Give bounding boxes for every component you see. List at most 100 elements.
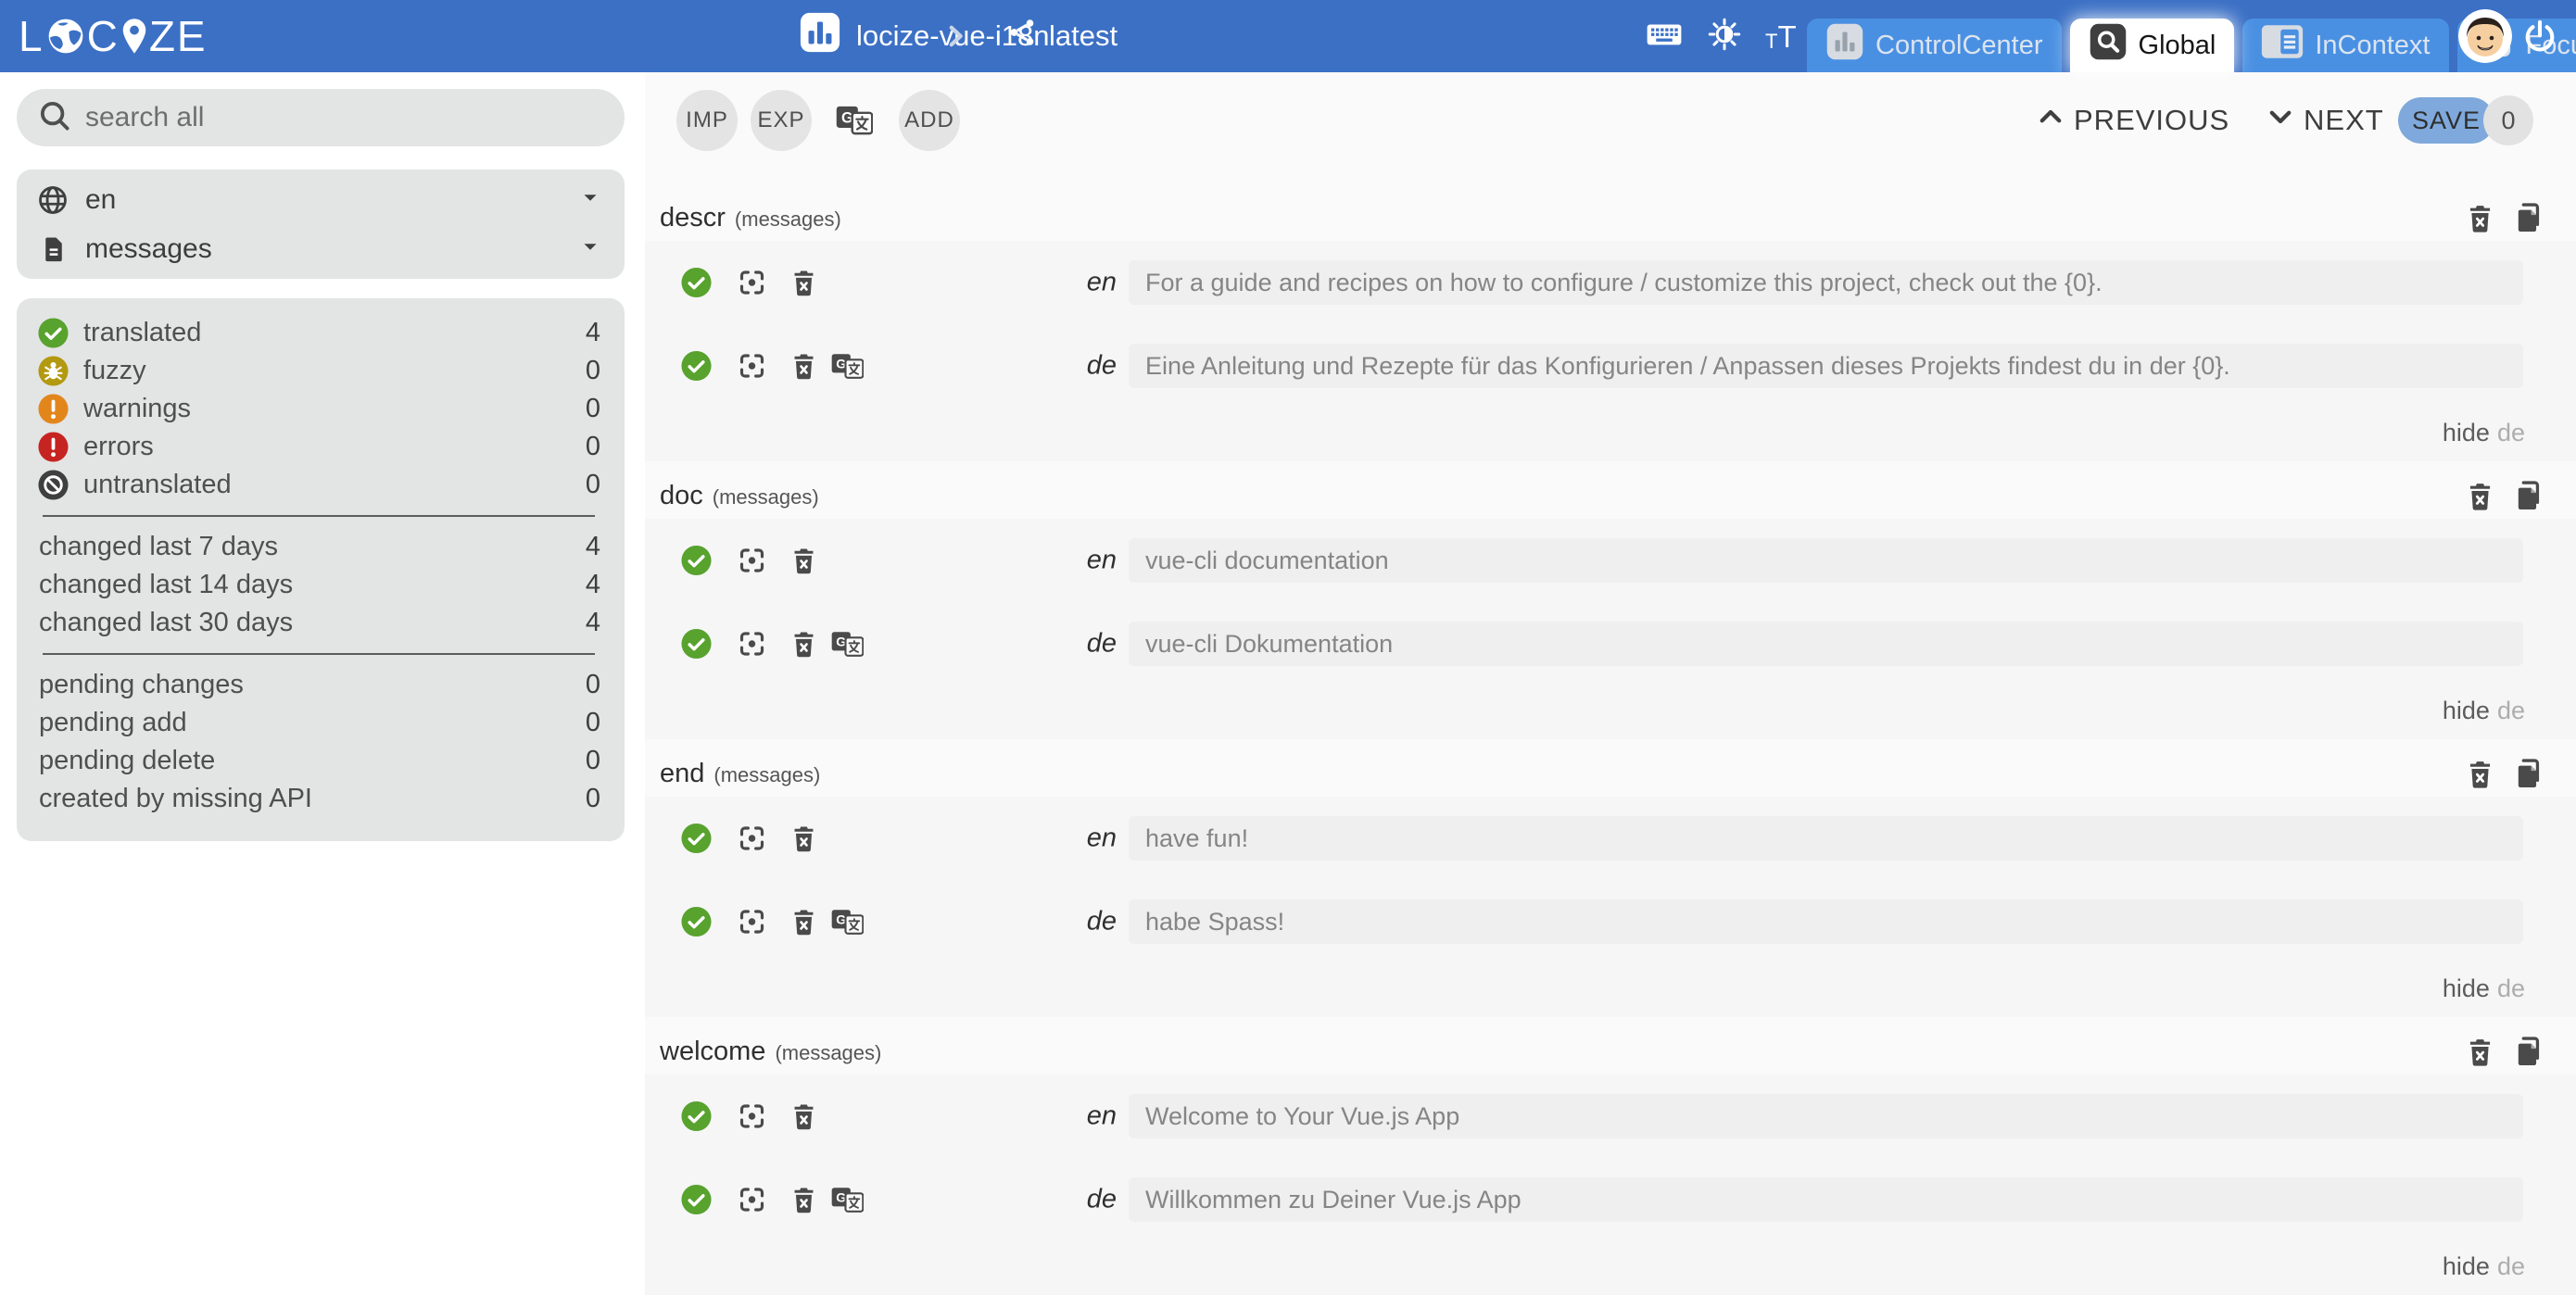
text-size-icon[interactable]: TT (1765, 21, 1797, 52)
stat-value: 0 (586, 432, 600, 462)
focus-key-icon[interactable] (737, 351, 767, 382)
status-translated-icon[interactable] (680, 545, 713, 577)
machine-translate-icon[interactable]: G (831, 629, 864, 660)
stat-value: 4 (586, 532, 600, 562)
group-rows: envue-cli documentationGdevue-cli Dokume… (645, 519, 2576, 739)
stat-row-pending-delete[interactable]: pending delete0 (37, 742, 600, 780)
bug-circle-icon (37, 355, 83, 387)
machine-translate-icon[interactable]: G (831, 351, 864, 382)
stat-label: warnings (83, 394, 586, 424)
stat-row-untranslated[interactable]: untranslated0 (37, 466, 600, 504)
translation-input[interactable]: For a guide and recipes on how to config… (1129, 260, 2523, 305)
status-translated-icon[interactable] (680, 823, 713, 855)
stat-row-translated[interactable]: translated4 (37, 314, 600, 352)
stat-row-pending-changes[interactable]: pending changes0 (37, 666, 600, 704)
delete-translation-icon[interactable] (789, 824, 818, 853)
namespace-value: messages (85, 233, 578, 265)
status-translated-icon[interactable] (680, 1100, 713, 1133)
delete-translation-icon[interactable] (789, 630, 818, 659)
translation-input[interactable]: Eine Anleitung und Rezepte für das Konfi… (1129, 344, 2523, 388)
delete-key-icon[interactable] (2465, 1037, 2495, 1067)
save-button[interactable]: SAVE (2398, 97, 2494, 144)
hide-language-link[interactable]: hidede (2443, 974, 2525, 1003)
focus-key-icon[interactable] (737, 907, 767, 937)
group-title: descr(messages) (660, 203, 841, 233)
hide-language-link[interactable]: hidede (2443, 419, 2525, 447)
translation-input[interactable]: habe Spass! (1129, 899, 2523, 944)
next-button[interactable]: NEXT (2265, 96, 2384, 145)
import-button[interactable]: IMP (676, 90, 738, 151)
status-translated-icon[interactable] (680, 1184, 713, 1216)
search-input[interactable]: search all (17, 89, 625, 146)
status-translated-icon[interactable] (680, 628, 713, 660)
brightness-icon[interactable] (1708, 18, 1741, 56)
language-label: de (1052, 907, 1117, 937)
focus-key-icon[interactable] (737, 546, 767, 576)
hide-language-link[interactable]: hidede (2443, 1252, 2525, 1281)
translation-group-end: end(messages)enhave fun!Gdehabe Spass!hi… (645, 750, 2576, 1017)
status-translated-icon[interactable] (680, 267, 713, 299)
delete-translation-icon[interactable] (789, 1102, 818, 1131)
stat-value: 4 (586, 608, 600, 638)
stats-panel: translated4fuzzy0warnings0errors0untrans… (17, 298, 625, 841)
stat-label: untranslated (83, 470, 586, 500)
delete-translation-icon[interactable] (789, 547, 818, 575)
copy-key-icon[interactable] (2514, 1037, 2544, 1067)
translation-input[interactable]: Willkommen zu Deiner Vue.js App (1129, 1177, 2523, 1222)
status-translated-icon[interactable] (680, 350, 713, 383)
machine-translate-icon[interactable]: G (836, 103, 873, 142)
delete-key-icon[interactable] (2465, 481, 2495, 511)
export-button[interactable]: EXP (751, 90, 812, 151)
stat-row-changed-last-30-days[interactable]: changed last 30 days4 (37, 604, 600, 642)
stat-value: 0 (586, 708, 600, 738)
group-rows: en For a guide and recipes on how to conf… (645, 241, 2576, 461)
delete-key-icon[interactable] (2465, 203, 2495, 233)
stat-row-changed-last-7-days[interactable]: changed last 7 days4 (37, 528, 600, 566)
delete-key-icon[interactable] (2465, 759, 2495, 789)
add-key-button[interactable]: ADD (899, 90, 960, 151)
delete-translation-icon[interactable] (789, 269, 818, 297)
machine-translate-icon[interactable]: G (831, 907, 864, 937)
translation-input[interactable]: vue-cli Dokumentation (1129, 622, 2523, 666)
language-label: en (1052, 268, 1117, 298)
stat-row-errors[interactable]: errors0 (37, 428, 600, 466)
copy-key-icon[interactable] (2514, 203, 2544, 233)
warning-circle-icon (37, 393, 83, 425)
hide-language-link[interactable]: hidede (2443, 697, 2525, 725)
tab-incontext[interactable]: InContext (2242, 19, 2448, 72)
stat-row-warnings[interactable]: warnings0 (37, 390, 600, 428)
translation-input[interactable]: vue-cli documentation (1129, 538, 2523, 583)
locize-logo[interactable]: L C ZE (19, 0, 208, 72)
tab-controlcenter[interactable]: ControlCenter (1807, 19, 2062, 72)
status-translated-icon[interactable] (680, 906, 713, 938)
focus-key-icon[interactable] (737, 629, 767, 660)
delete-translation-icon[interactable] (789, 352, 818, 381)
stat-row-changed-last-14-days[interactable]: changed last 14 days4 (37, 566, 600, 604)
stat-row-created-by-missing-API[interactable]: created by missing API0 (37, 780, 600, 818)
delete-translation-icon[interactable] (789, 908, 818, 937)
machine-translate-icon[interactable]: G (831, 1185, 864, 1215)
focus-key-icon[interactable] (737, 268, 767, 298)
tab-global[interactable]: Global (2070, 19, 2235, 72)
user-avatar[interactable] (2458, 9, 2512, 63)
focus-key-icon[interactable] (737, 1185, 767, 1215)
focus-key-icon[interactable] (737, 1101, 767, 1132)
stat-row-pending-add[interactable]: pending add0 (37, 704, 600, 742)
translation-input[interactable]: have fun! (1129, 816, 2523, 861)
stat-row-fuzzy[interactable]: fuzzy0 (37, 352, 600, 390)
share-icon (1006, 17, 1038, 56)
focus-key-icon[interactable] (737, 824, 767, 854)
previous-button[interactable]: PREVIOUS (2035, 96, 2229, 145)
translation-input[interactable]: Welcome to Your Vue.js App (1129, 1094, 2523, 1138)
namespace-selector[interactable]: messages (17, 224, 625, 273)
language-selector[interactable]: en (17, 175, 625, 224)
logout-power-icon[interactable] (2522, 19, 2557, 58)
keyboard-icon[interactable] (1645, 15, 1684, 58)
group-key: doc (660, 481, 703, 510)
version-selector[interactable]: latest (1006, 0, 1118, 72)
save-count-badge[interactable]: 0 (2483, 95, 2533, 145)
copy-key-icon[interactable] (2514, 481, 2544, 511)
delete-translation-icon[interactable] (789, 1186, 818, 1214)
tab-label: Global (2139, 31, 2216, 61)
copy-key-icon[interactable] (2514, 759, 2544, 789)
